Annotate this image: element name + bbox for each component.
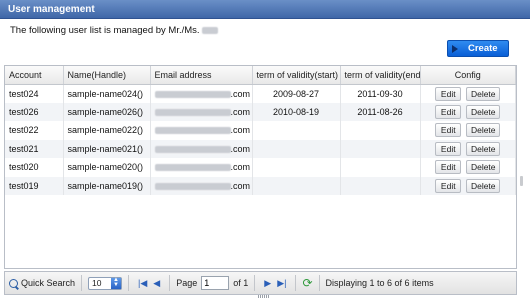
cell-validity-end <box>340 139 421 158</box>
column-header-config: Config <box>420 66 516 85</box>
column-header-validity-end[interactable]: term of validity(end) <box>340 66 421 85</box>
cell-name: sample-name026() <box>63 102 151 121</box>
table-row[interactable]: test022 sample-name022() .com Edit Delete <box>5 121 516 140</box>
delete-button[interactable]: Delete <box>466 141 501 156</box>
cell-config: Edit Delete <box>420 139 516 158</box>
magnifier-icon <box>9 278 18 288</box>
cell-validity-end: 2011-08-26 <box>340 102 421 121</box>
page-size-value: 10 <box>92 278 102 288</box>
cell-email: .com <box>150 139 253 158</box>
cell-validity-start: 2009-08-27 <box>252 84 341 103</box>
column-header-email[interactable]: Email address <box>150 66 253 85</box>
user-table: Account Name(Handle) Email address term … <box>4 65 517 269</box>
column-header-account[interactable]: Account <box>5 66 64 85</box>
cell-account: test020 <box>5 158 64 177</box>
cell-config: Edit Delete <box>420 102 516 121</box>
page-size-select[interactable]: 10 ▲ ▼ <box>88 276 123 290</box>
divider <box>254 275 256 291</box>
divider <box>295 275 297 291</box>
last-page-icon[interactable]: ▶| <box>277 278 286 289</box>
resize-grip[interactable] <box>258 295 270 298</box>
cell-config: Edit Delete <box>420 84 516 103</box>
table-header-row: Account Name(Handle) Email address term … <box>5 66 516 85</box>
cell-validity-end: 2011-09-30 <box>340 84 421 103</box>
edit-button[interactable]: Edit <box>435 178 462 193</box>
column-header-name[interactable]: Name(Handle) <box>63 66 151 85</box>
cell-config: Edit Delete <box>420 158 516 177</box>
delete-button[interactable]: Delete <box>466 160 501 175</box>
cell-name: sample-name021() <box>63 139 151 158</box>
cell-name: sample-name022() <box>63 121 151 140</box>
cell-validity-start <box>252 139 341 158</box>
cell-email: .com <box>150 121 253 140</box>
cell-validity-start <box>252 121 341 140</box>
cell-email: .com <box>150 158 253 177</box>
prev-page-icon[interactable]: ◀ <box>153 278 160 289</box>
cell-email: .com <box>150 102 253 121</box>
cell-config: Edit Delete <box>420 121 516 140</box>
table-row[interactable]: test021 sample-name021() .com Edit Delete <box>5 139 516 158</box>
pager-bar: Quick Search 10 ▲▼ |◀ ◀ Page of 1 ▶ ▶| ⟳… <box>4 271 517 295</box>
cell-email: .com <box>150 84 253 103</box>
scrollbar-thumb[interactable] <box>520 176 523 186</box>
first-page-icon[interactable]: |◀ <box>138 278 147 289</box>
page-label: Page <box>176 278 198 288</box>
cell-account: test021 <box>5 139 64 158</box>
spinner-icon: ▲ ▼ <box>111 277 122 289</box>
divider <box>318 275 320 291</box>
table-row[interactable]: test024 sample-name024() .com 2009-08-27… <box>5 84 516 103</box>
cell-email: .com <box>150 176 253 195</box>
edit-button[interactable]: Edit <box>435 141 462 156</box>
cell-account: test026 <box>5 102 64 121</box>
delete-button[interactable]: Delete <box>466 178 501 193</box>
divider <box>128 275 130 291</box>
description-text: The following user list is managed by Mr… <box>10 25 200 36</box>
edit-button[interactable]: Edit <box>435 160 462 175</box>
refresh-icon[interactable]: ⟳ <box>302 276 312 290</box>
window-title: User management <box>0 0 530 19</box>
edit-button[interactable]: Edit <box>435 86 462 101</box>
next-page-icon[interactable]: ▶ <box>264 278 271 289</box>
edit-button[interactable]: Edit <box>435 104 462 119</box>
page-count-label: of 1 <box>233 278 249 288</box>
delete-button[interactable]: Delete <box>466 104 501 119</box>
page-number-input[interactable] <box>201 276 230 290</box>
cell-validity-start: 2010-08-19 <box>252 102 341 121</box>
table-row[interactable]: test019 sample-name019() .com Edit Delete <box>5 176 516 195</box>
cell-name: sample-name024() <box>63 84 151 103</box>
cell-config: Edit Delete <box>420 176 516 195</box>
delete-button[interactable]: Delete <box>466 123 501 138</box>
table-row[interactable]: test026 sample-name026() .com 2010-08-19… <box>5 102 516 121</box>
cell-account: test024 <box>5 84 64 103</box>
edit-button[interactable]: Edit <box>435 123 462 138</box>
create-button[interactable]: Create <box>447 40 509 57</box>
cell-account: test019 <box>5 176 64 195</box>
cell-validity-start <box>252 176 341 195</box>
divider <box>81 275 83 291</box>
cell-account: test022 <box>5 121 64 140</box>
column-header-validity-start[interactable]: term of validity(start) <box>252 66 341 85</box>
cell-name: sample-name020() <box>63 158 151 177</box>
cell-validity-end <box>340 158 421 177</box>
play-icon <box>452 44 458 53</box>
cell-validity-end <box>340 121 421 140</box>
divider <box>169 275 171 291</box>
cell-name: sample-name019() <box>63 176 151 195</box>
cell-validity-start <box>252 158 341 177</box>
quick-search-label: Quick Search <box>21 278 76 288</box>
delete-button[interactable]: Delete <box>466 86 501 101</box>
create-button-label: Create <box>468 43 498 54</box>
quick-search-button[interactable]: Quick Search <box>9 278 75 288</box>
description: The following user list is managed by Mr… <box>10 25 219 36</box>
redacted-name <box>202 26 219 34</box>
cell-validity-end <box>340 176 421 195</box>
pager-status: Displaying 1 to 6 of 6 items <box>325 278 434 288</box>
table-row[interactable]: test020 sample-name020() .com Edit Delete <box>5 158 516 177</box>
